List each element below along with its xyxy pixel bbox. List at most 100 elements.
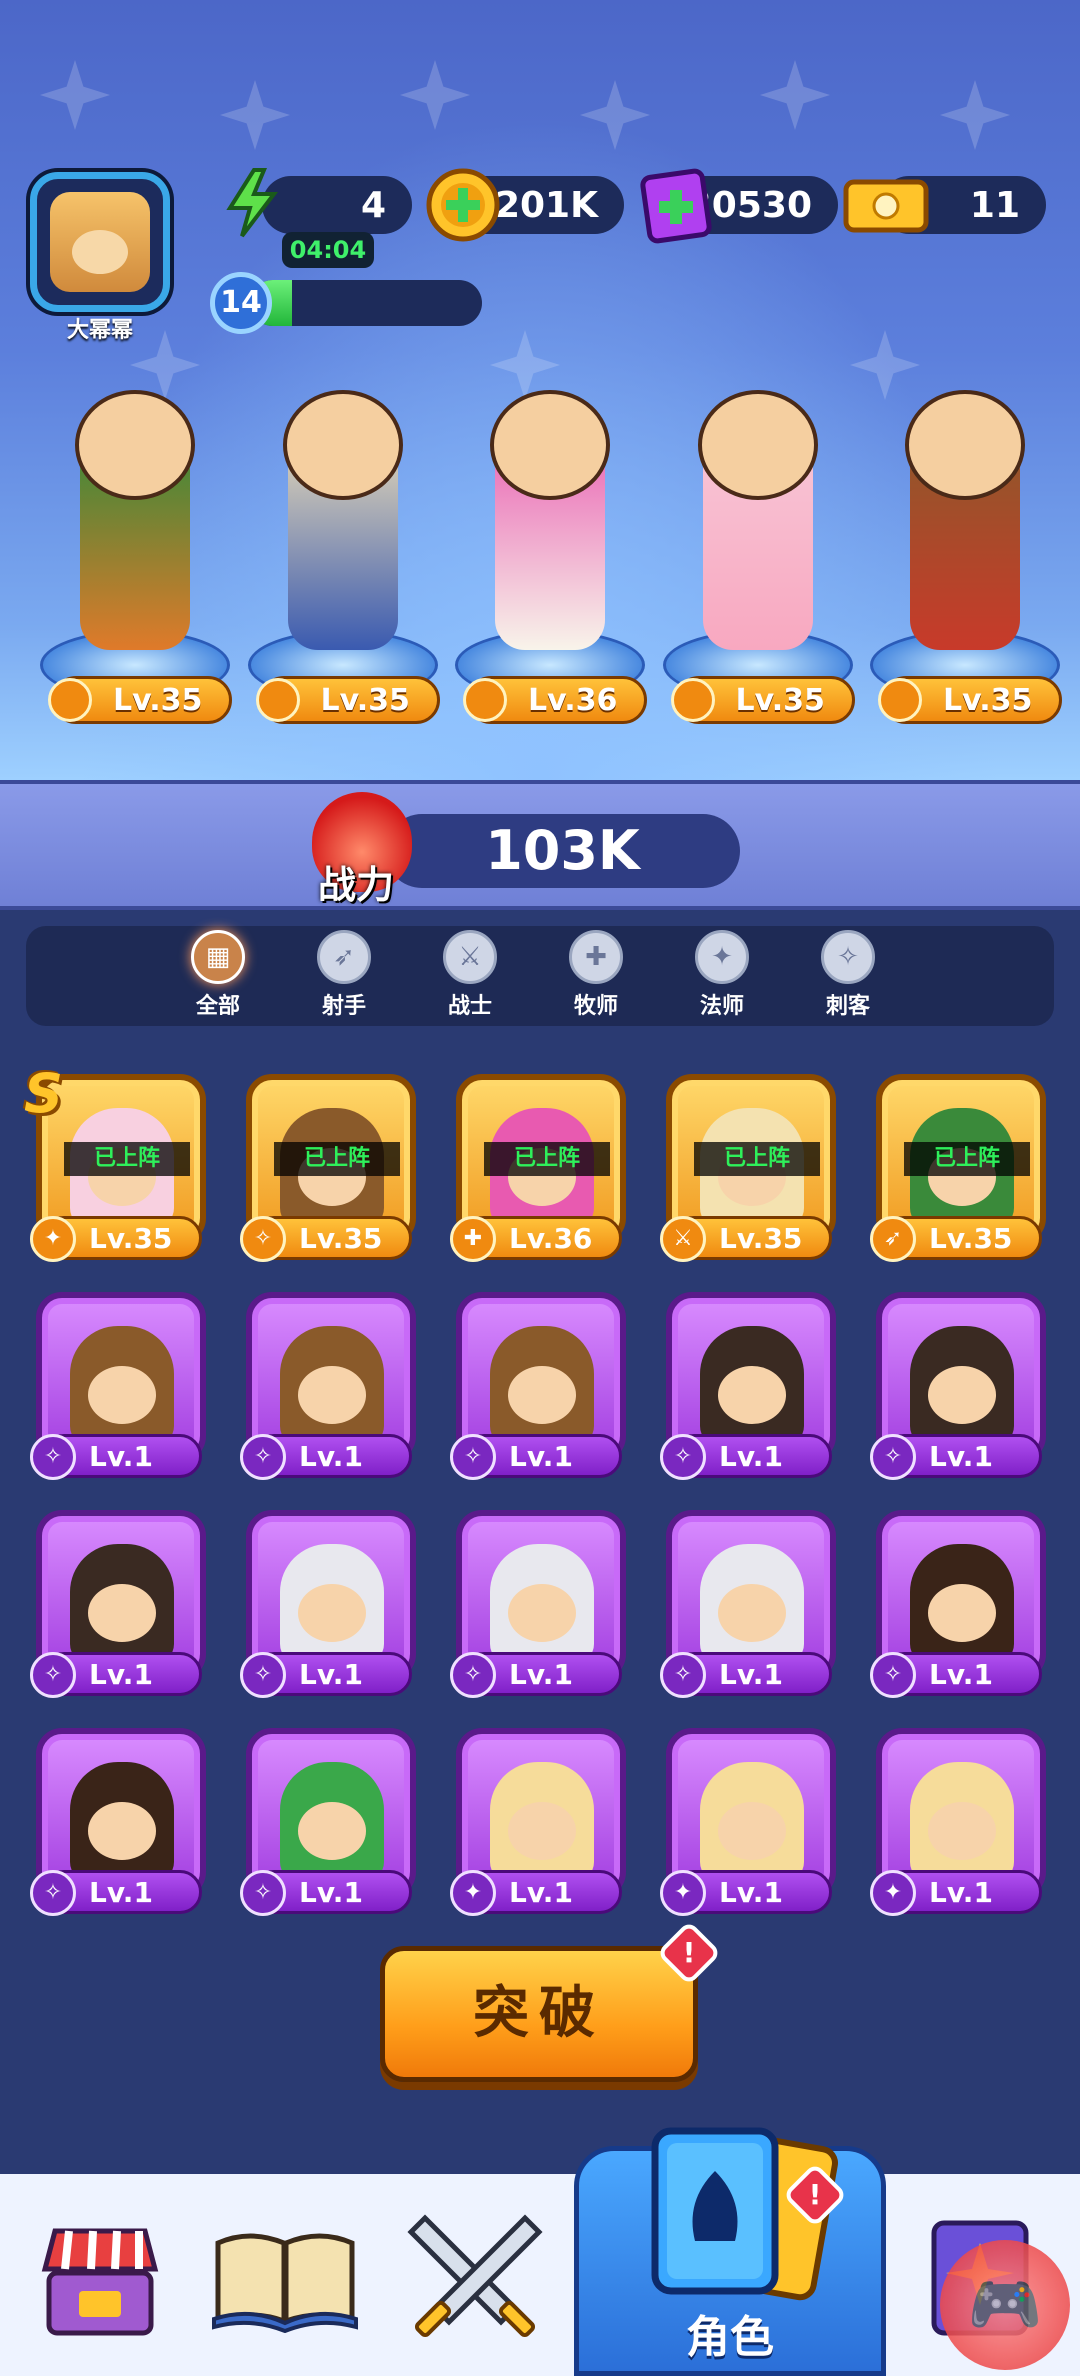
hero-card[interactable]: Lv.1 ✧ [30,1292,210,1482]
hero-card[interactable]: 已上阵 Lv.35 ✦ S [24,1062,210,1264]
nav-battle[interactable] [400,2174,550,2376]
nav-heroes-label: 角色 [686,2312,774,2363]
nav-codex[interactable] [210,2174,360,2376]
hero-head [282,390,403,500]
avatar[interactable] [30,172,170,312]
class-icon: ✧ [30,1870,76,1916]
hero-card[interactable]: Lv.1 ✧ [870,1510,1050,1700]
class-icon: ✧ [450,1434,496,1480]
filter-tab-label: 射手 [321,994,366,1019]
filter-tab-label: 全部 [195,994,240,1019]
hero-card[interactable]: Lv.1 ✧ [240,1510,420,1700]
nav-heroes[interactable]: 角色 [574,2127,886,2376]
hero-portrait [70,1326,174,1446]
hero-card[interactable]: Lv.1 ✧ [240,1728,420,1918]
filter-tab-1[interactable]: ➶ 射手 [294,930,394,1020]
class-icon: ✧ [870,1434,916,1480]
filter-tab-label: 战士 [447,994,492,1019]
hero-card[interactable]: Lv.1 ✧ [240,1292,420,1482]
hero-portrait [700,1326,804,1446]
class-filter-bar: ▦ 全部 ➶ 射手 ⚔ 战士 ✚ 牧师 ✦ 法师 ✧ 刺客 [26,926,1054,1026]
class-icon: ➶ [870,1216,916,1262]
hero-face [88,1584,156,1642]
hero-head [75,390,195,500]
hero-face [508,1366,576,1424]
gem-plus-icon[interactable] [638,164,716,246]
class-icon: ✧ [240,1216,286,1262]
hero-face [298,1366,366,1424]
hero-face [88,1366,156,1424]
hero-card[interactable]: Lv.1 ✧ [30,1728,210,1918]
hero-card[interactable]: Lv.1 ✦ [870,1728,1050,1918]
hero-portrait [70,1762,174,1882]
filter-tab-4[interactable]: ✦ 法师 [672,930,772,1020]
filter-tab-2[interactable]: ⚔ 战士 [420,930,520,1020]
hero-card[interactable]: Lv.1 ✧ [450,1292,630,1482]
hero-face [928,1802,996,1860]
deployed-label: 已上阵 [484,1142,610,1176]
lineup-hero[interactable]: Lv.35 [30,390,232,730]
lightning-icon [224,168,280,238]
hero-card[interactable]: 已上阵 Lv.36 ✚ [450,1074,630,1264]
hero-portrait [700,1544,804,1664]
deployed-label: 已上阵 [64,1142,190,1176]
class-icon: ✦ [870,1870,916,1916]
avatar-portrait [50,192,150,292]
class-icon: ✧ [30,1652,76,1698]
hero-face [508,1802,576,1860]
energy-counter[interactable]: 4 [262,176,412,234]
hero-head [905,390,1025,500]
hero-card[interactable]: Lv.1 ✧ [30,1510,210,1700]
hero-card[interactable]: 已上阵 Lv.35 ➶ [870,1074,1050,1264]
class-icon: ⚔ [660,1216,706,1262]
hero-card[interactable]: Lv.1 ✧ [450,1510,630,1700]
hero-head [490,390,610,500]
hero-card[interactable]: Lv.1 ✧ [870,1292,1050,1482]
gamepad-icon[interactable]: 🎮 [940,2240,1070,2370]
hero-card[interactable]: Lv.1 ✧ [660,1292,840,1482]
hero-portrait [910,1326,1014,1446]
power-panel: 103K 战力 [0,780,1080,910]
lineup-hero[interactable]: Lv.36 [445,390,647,730]
filter-tab-5[interactable]: ✧ 刺客 [798,930,898,1020]
class-icon: ✧ [240,1434,286,1480]
class-icon: ✦ [450,1870,496,1916]
breakthrough-button[interactable]: 突破 [380,1946,698,2082]
battle-swords-icon [407,2214,543,2338]
nav-shop[interactable] [30,2174,170,2376]
class-icon: ✧ [660,1434,706,1480]
hero-card[interactable]: Lv.1 ✧ [660,1510,840,1700]
cross-icon: ✚ [569,930,623,984]
gold-coin-plus-icon[interactable] [424,166,502,244]
player-avatar[interactable]: 大幂幂 [30,172,176,343]
hero-card[interactable]: 已上阵 Lv.35 ✧ [240,1074,420,1264]
hero-face [298,1584,366,1642]
lineup-hero[interactable]: Lv.35 [653,390,855,730]
hero-face [718,1366,786,1424]
lineup-hero[interactable]: Lv.35 [860,390,1062,730]
hero-card[interactable]: Lv.1 ✦ [660,1728,840,1918]
hero-face [928,1366,996,1424]
hero-portrait [280,1544,384,1664]
filter-tab-label: 刺客 [825,994,870,1019]
power-label: 战力 [318,863,395,907]
hero-face [928,1584,996,1642]
power-value: 103K [385,814,740,888]
filter-tab-3[interactable]: ✚ 牧师 [546,930,646,1020]
wand-icon: ✦ [695,930,749,984]
hero-portrait [280,1326,384,1446]
cross-icon [463,678,507,722]
deployed-label: 已上阵 [694,1142,820,1176]
hero-card[interactable]: 已上阵 Lv.35 ⚔ [660,1074,840,1264]
s-rank-mark: S [24,1062,63,1125]
ticket-value: 11 [969,184,1020,226]
hero-card[interactable]: Lv.1 ✦ [450,1728,630,1918]
lineup-hero[interactable]: Lv.35 [238,390,440,730]
bow-icon [48,678,92,722]
dagger-icon [878,678,922,722]
filter-tab-0[interactable]: ▦ 全部 [168,930,268,1020]
hero-portrait [490,1326,594,1446]
hero-face [718,1802,786,1860]
class-icon: ✧ [240,1652,286,1698]
hero-portrait [910,1762,1014,1882]
